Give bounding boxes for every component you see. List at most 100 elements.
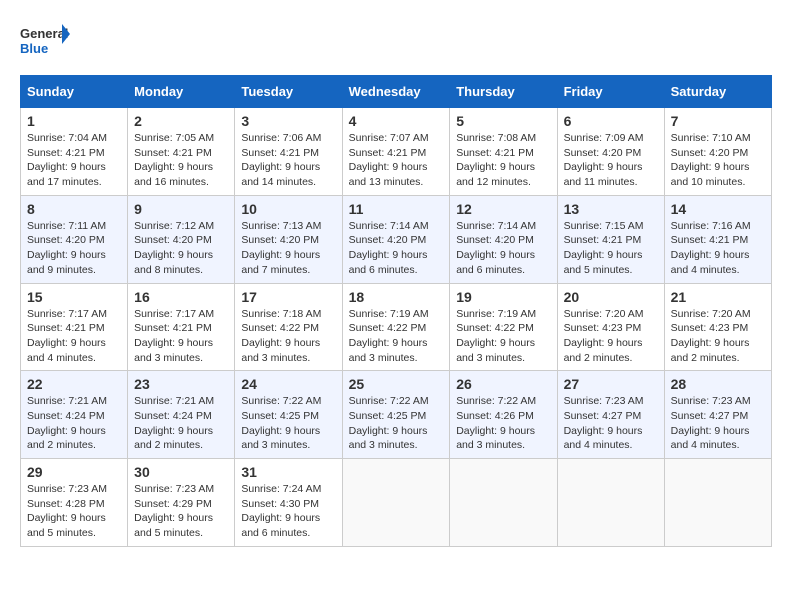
calendar-day-cell: 1 Sunrise: 7:04 AM Sunset: 4:21 PM Dayli…	[21, 108, 128, 196]
day-number: 27	[564, 376, 658, 392]
sunrise-label: Sunrise: 7:23 AM	[564, 395, 644, 407]
sunrise-label: Sunrise: 7:22 AM	[349, 395, 429, 407]
sunset-label: Sunset: 4:21 PM	[134, 147, 212, 159]
day-info: Sunrise: 7:05 AM Sunset: 4:21 PM Dayligh…	[134, 131, 228, 190]
empty-cell	[450, 459, 557, 547]
weekday-header: Saturday	[664, 76, 771, 108]
daylight-label: Daylight: 9 hours and 17 minutes.	[27, 161, 106, 188]
day-info: Sunrise: 7:23 AM Sunset: 4:27 PM Dayligh…	[671, 394, 765, 453]
day-number: 25	[349, 376, 444, 392]
sunrise-label: Sunrise: 7:13 AM	[241, 220, 321, 232]
sunset-label: Sunset: 4:22 PM	[456, 322, 534, 334]
sunrise-label: Sunrise: 7:14 AM	[349, 220, 429, 232]
day-info: Sunrise: 7:04 AM Sunset: 4:21 PM Dayligh…	[27, 131, 121, 190]
calendar-week-row: 22 Sunrise: 7:21 AM Sunset: 4:24 PM Dayl…	[21, 371, 772, 459]
day-number: 17	[241, 289, 335, 305]
sunrise-label: Sunrise: 7:17 AM	[134, 308, 214, 320]
sunrise-label: Sunrise: 7:24 AM	[241, 483, 321, 495]
svg-text:Blue: Blue	[20, 41, 48, 56]
sunset-label: Sunset: 4:25 PM	[349, 410, 427, 422]
sunrise-label: Sunrise: 7:11 AM	[27, 220, 106, 232]
page-header: General Blue	[20, 20, 772, 65]
day-info: Sunrise: 7:24 AM Sunset: 4:30 PM Dayligh…	[241, 482, 335, 541]
day-info: Sunrise: 7:14 AM Sunset: 4:20 PM Dayligh…	[349, 219, 444, 278]
day-info: Sunrise: 7:15 AM Sunset: 4:21 PM Dayligh…	[564, 219, 658, 278]
sunset-label: Sunset: 4:21 PM	[134, 322, 212, 334]
day-info: Sunrise: 7:10 AM Sunset: 4:20 PM Dayligh…	[671, 131, 765, 190]
calendar-day-cell: 26 Sunrise: 7:22 AM Sunset: 4:26 PM Dayl…	[450, 371, 557, 459]
sunrise-label: Sunrise: 7:06 AM	[241, 132, 321, 144]
day-info: Sunrise: 7:21 AM Sunset: 4:24 PM Dayligh…	[134, 394, 228, 453]
day-info: Sunrise: 7:19 AM Sunset: 4:22 PM Dayligh…	[456, 307, 550, 366]
calendar-day-cell: 10 Sunrise: 7:13 AM Sunset: 4:20 PM Dayl…	[235, 195, 342, 283]
sunrise-label: Sunrise: 7:16 AM	[671, 220, 751, 232]
daylight-label: Daylight: 9 hours and 3 minutes.	[456, 425, 535, 452]
sunset-label: Sunset: 4:20 PM	[241, 234, 319, 246]
day-info: Sunrise: 7:20 AM Sunset: 4:23 PM Dayligh…	[671, 307, 765, 366]
sunrise-label: Sunrise: 7:12 AM	[134, 220, 214, 232]
day-info: Sunrise: 7:14 AM Sunset: 4:20 PM Dayligh…	[456, 219, 550, 278]
calendar-day-cell: 25 Sunrise: 7:22 AM Sunset: 4:25 PM Dayl…	[342, 371, 450, 459]
day-info: Sunrise: 7:11 AM Sunset: 4:20 PM Dayligh…	[27, 219, 121, 278]
daylight-label: Daylight: 9 hours and 4 minutes.	[27, 337, 106, 364]
sunset-label: Sunset: 4:27 PM	[564, 410, 642, 422]
sunset-label: Sunset: 4:28 PM	[27, 498, 105, 510]
sunset-label: Sunset: 4:21 PM	[671, 234, 749, 246]
calendar-day-cell: 4 Sunrise: 7:07 AM Sunset: 4:21 PM Dayli…	[342, 108, 450, 196]
day-info: Sunrise: 7:22 AM Sunset: 4:25 PM Dayligh…	[241, 394, 335, 453]
day-number: 21	[671, 289, 765, 305]
calendar-table: SundayMondayTuesdayWednesdayThursdayFrid…	[20, 75, 772, 547]
day-info: Sunrise: 7:16 AM Sunset: 4:21 PM Dayligh…	[671, 219, 765, 278]
sunset-label: Sunset: 4:21 PM	[241, 147, 319, 159]
day-info: Sunrise: 7:13 AM Sunset: 4:20 PM Dayligh…	[241, 219, 335, 278]
day-number: 24	[241, 376, 335, 392]
calendar-day-cell: 29 Sunrise: 7:23 AM Sunset: 4:28 PM Dayl…	[21, 459, 128, 547]
sunset-label: Sunset: 4:23 PM	[671, 322, 749, 334]
calendar-day-cell: 15 Sunrise: 7:17 AM Sunset: 4:21 PM Dayl…	[21, 283, 128, 371]
day-info: Sunrise: 7:23 AM Sunset: 4:27 PM Dayligh…	[564, 394, 658, 453]
sunrise-label: Sunrise: 7:20 AM	[671, 308, 751, 320]
daylight-label: Daylight: 9 hours and 5 minutes.	[27, 512, 106, 539]
weekday-header: Sunday	[21, 76, 128, 108]
day-info: Sunrise: 7:19 AM Sunset: 4:22 PM Dayligh…	[349, 307, 444, 366]
calendar-day-cell: 17 Sunrise: 7:18 AM Sunset: 4:22 PM Dayl…	[235, 283, 342, 371]
sunrise-label: Sunrise: 7:18 AM	[241, 308, 321, 320]
sunrise-label: Sunrise: 7:22 AM	[456, 395, 536, 407]
day-number: 28	[671, 376, 765, 392]
day-number: 16	[134, 289, 228, 305]
daylight-label: Daylight: 9 hours and 6 minutes.	[349, 249, 428, 276]
calendar-day-cell: 13 Sunrise: 7:15 AM Sunset: 4:21 PM Dayl…	[557, 195, 664, 283]
calendar-day-cell: 5 Sunrise: 7:08 AM Sunset: 4:21 PM Dayli…	[450, 108, 557, 196]
daylight-label: Daylight: 9 hours and 6 minutes.	[456, 249, 535, 276]
day-number: 22	[27, 376, 121, 392]
logo: General Blue	[20, 20, 70, 65]
sunrise-label: Sunrise: 7:17 AM	[27, 308, 107, 320]
calendar-day-cell: 31 Sunrise: 7:24 AM Sunset: 4:30 PM Dayl…	[235, 459, 342, 547]
calendar-day-cell: 21 Sunrise: 7:20 AM Sunset: 4:23 PM Dayl…	[664, 283, 771, 371]
day-number: 19	[456, 289, 550, 305]
sunrise-label: Sunrise: 7:22 AM	[241, 395, 321, 407]
day-number: 13	[564, 201, 658, 217]
sunrise-label: Sunrise: 7:07 AM	[349, 132, 429, 144]
sunset-label: Sunset: 4:21 PM	[27, 322, 105, 334]
daylight-label: Daylight: 9 hours and 10 minutes.	[671, 161, 750, 188]
day-number: 26	[456, 376, 550, 392]
sunrise-label: Sunrise: 7:10 AM	[671, 132, 751, 144]
sunset-label: Sunset: 4:20 PM	[134, 234, 212, 246]
day-number: 1	[27, 113, 121, 129]
calendar-day-cell: 23 Sunrise: 7:21 AM Sunset: 4:24 PM Dayl…	[128, 371, 235, 459]
day-info: Sunrise: 7:23 AM Sunset: 4:29 PM Dayligh…	[134, 482, 228, 541]
calendar-week-row: 29 Sunrise: 7:23 AM Sunset: 4:28 PM Dayl…	[21, 459, 772, 547]
empty-cell	[342, 459, 450, 547]
calendar-day-cell: 11 Sunrise: 7:14 AM Sunset: 4:20 PM Dayl…	[342, 195, 450, 283]
day-info: Sunrise: 7:22 AM Sunset: 4:26 PM Dayligh…	[456, 394, 550, 453]
day-number: 14	[671, 201, 765, 217]
daylight-label: Daylight: 9 hours and 3 minutes.	[241, 425, 320, 452]
sunset-label: Sunset: 4:22 PM	[241, 322, 319, 334]
logo-icon: General Blue	[20, 20, 70, 65]
svg-text:General: General	[20, 26, 68, 41]
sunset-label: Sunset: 4:30 PM	[241, 498, 319, 510]
day-number: 29	[27, 464, 121, 480]
calendar-day-cell: 9 Sunrise: 7:12 AM Sunset: 4:20 PM Dayli…	[128, 195, 235, 283]
day-number: 10	[241, 201, 335, 217]
